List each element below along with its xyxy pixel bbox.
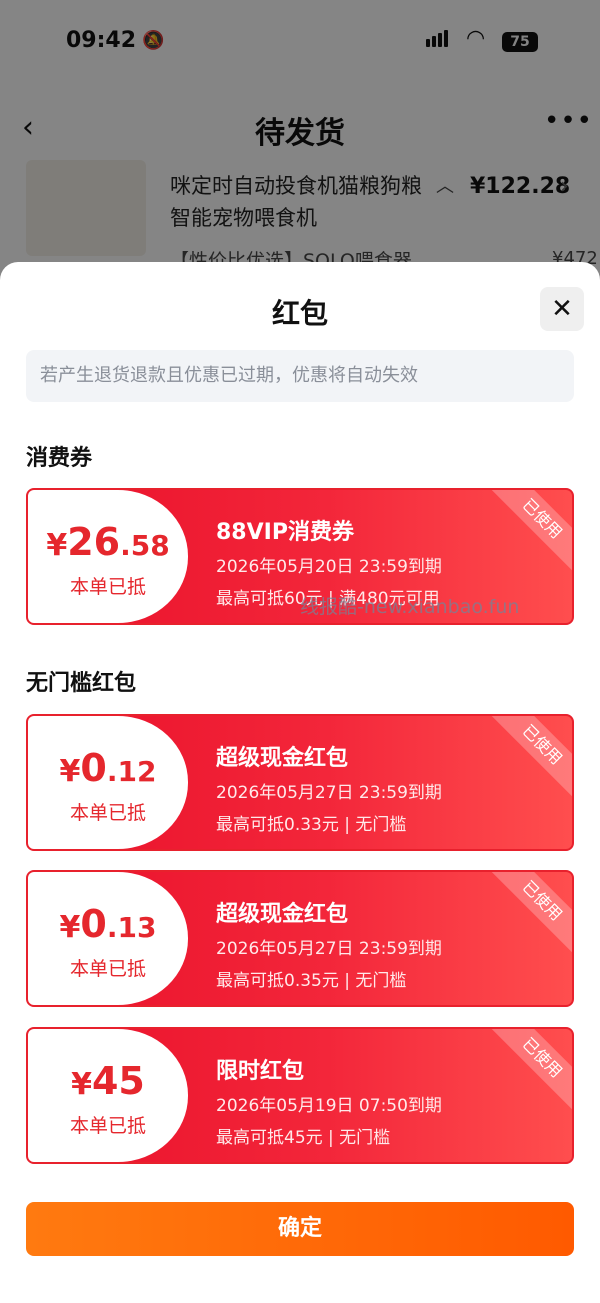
coupon-card[interactable]: ¥0.13 本单已抵 超级现金红包 2026年05月27日 23:59到期 最高…	[26, 870, 574, 1007]
coupon-card[interactable]: ¥0.12 本单已抵 超级现金红包 2026年05月27日 23:59到期 最高…	[26, 714, 574, 851]
watermark: 线报酷-new.xianbao.fun	[300, 596, 520, 618]
coupon-used-label: 本单已抵	[69, 1115, 146, 1137]
coupon-expiry: 2026年05月20日 23:59到期	[216, 557, 442, 577]
sheet-title: 红包	[271, 297, 328, 330]
coupon-used-label: 本单已抵	[69, 802, 146, 824]
coupon-title: 88VIP消费券	[216, 520, 354, 545]
coupon-title: 限时红包	[216, 1059, 305, 1084]
red-packet-sheet: 红包 ✕ 若产生退货退款且优惠已过期，优惠将自动失效 消费券 ¥26.58 本单…	[0, 262, 600, 1303]
coupon-expiry: 2026年05月19日 07:50到期	[216, 1096, 442, 1116]
close-button[interactable]: ✕	[540, 287, 584, 331]
coupon-rule: 最高可抵0.35元 | 无门槛	[216, 971, 407, 991]
coupon-expiry: 2026年05月27日 23:59到期	[216, 939, 442, 959]
coupon-used-label: 本单已抵	[69, 576, 146, 598]
coupon-expiry: 2026年05月27日 23:59到期	[216, 783, 442, 803]
used-stamp: 已使用	[488, 872, 572, 955]
used-stamp: 已使用	[488, 490, 572, 573]
coupon-card[interactable]: ¥45 本单已抵 限时红包 2026年05月19日 07:50到期 最高可抵45…	[26, 1027, 574, 1164]
used-stamp: 已使用	[488, 716, 572, 799]
used-stamp: 已使用	[488, 1029, 572, 1112]
notice-banner: 若产生退货退款且优惠已过期，优惠将自动失效	[26, 350, 574, 402]
coupon-rule: 最高可抵45元 | 无门槛	[216, 1128, 391, 1148]
confirm-button[interactable]: 确定	[26, 1202, 574, 1256]
coupon-amount: ¥0.13	[59, 902, 157, 946]
section-no-threshold: 无门槛红包	[26, 671, 137, 696]
coupon-amount: ¥26.58	[46, 520, 170, 564]
section-consumer-coupon: 消费券	[26, 446, 93, 471]
coupon-rule: 最高可抵0.33元 | 无门槛	[216, 815, 407, 835]
coupon-used-label: 本单已抵	[69, 958, 146, 980]
coupon-title: 超级现金红包	[216, 746, 349, 771]
coupon-amount: ¥45	[71, 1059, 145, 1103]
coupon-amount: ¥0.12	[59, 746, 157, 790]
coupon-title: 超级现金红包	[216, 902, 349, 927]
